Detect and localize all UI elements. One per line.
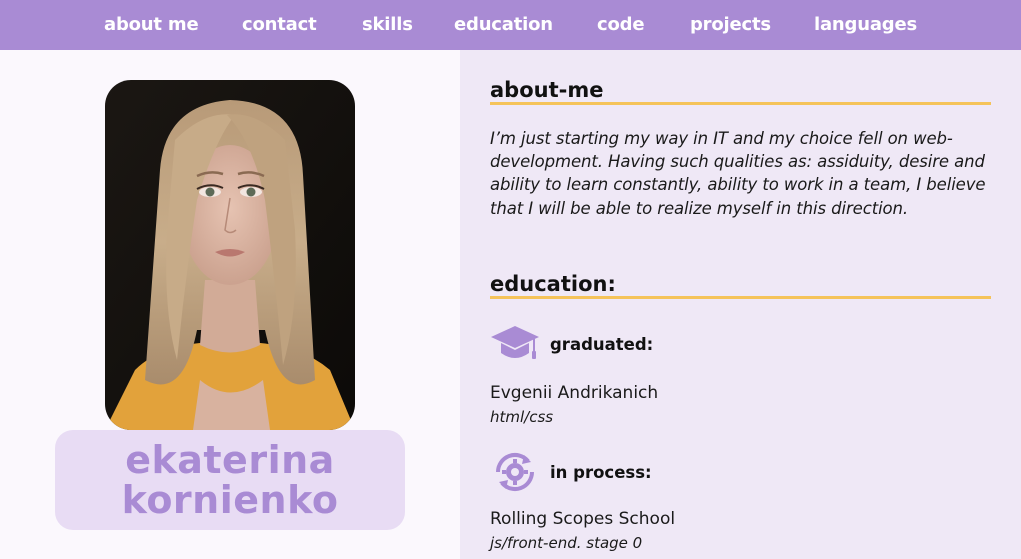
nav-link-projects[interactable]: projects — [690, 11, 771, 39]
graduation-cap-icon — [491, 326, 539, 359]
profile-photo — [105, 80, 355, 430]
education-org-graduated: Evgenii Andrikanich — [490, 383, 659, 403]
education-heading: education: — [490, 271, 991, 299]
education-course-graduated: html/css — [490, 408, 554, 426]
education-label-in-process: in process: — [550, 462, 652, 482]
top-navigation: about me contact skills education code p… — [0, 0, 1021, 50]
education-entry-in-process: in process: — [490, 447, 652, 497]
nav-link-code[interactable]: code — [597, 11, 645, 39]
education-org-in-process: Rolling Scopes School — [490, 509, 676, 529]
gear-refresh-icon — [495, 452, 535, 492]
about-me-heading: about-me — [490, 77, 991, 105]
first-name: ekaterina — [125, 438, 335, 482]
education-label-graduated: graduated: — [550, 334, 654, 354]
nav-link-education[interactable]: education — [454, 11, 553, 39]
education-entry-graduated: graduated: — [490, 322, 653, 366]
education-course-in-process: js/front-end. stage 0 — [490, 534, 643, 552]
nav-link-languages[interactable]: languages — [814, 11, 917, 39]
nav-link-contact[interactable]: contact — [242, 11, 317, 39]
name-card: ekaterina kornienko — [55, 430, 405, 530]
about-me-text: I’m just starting my way in IT and my ch… — [490, 129, 986, 218]
nav-link-about-me[interactable]: about me — [104, 11, 199, 39]
nav-link-skills[interactable]: skills — [362, 11, 413, 39]
last-name: kornienko — [121, 478, 339, 522]
